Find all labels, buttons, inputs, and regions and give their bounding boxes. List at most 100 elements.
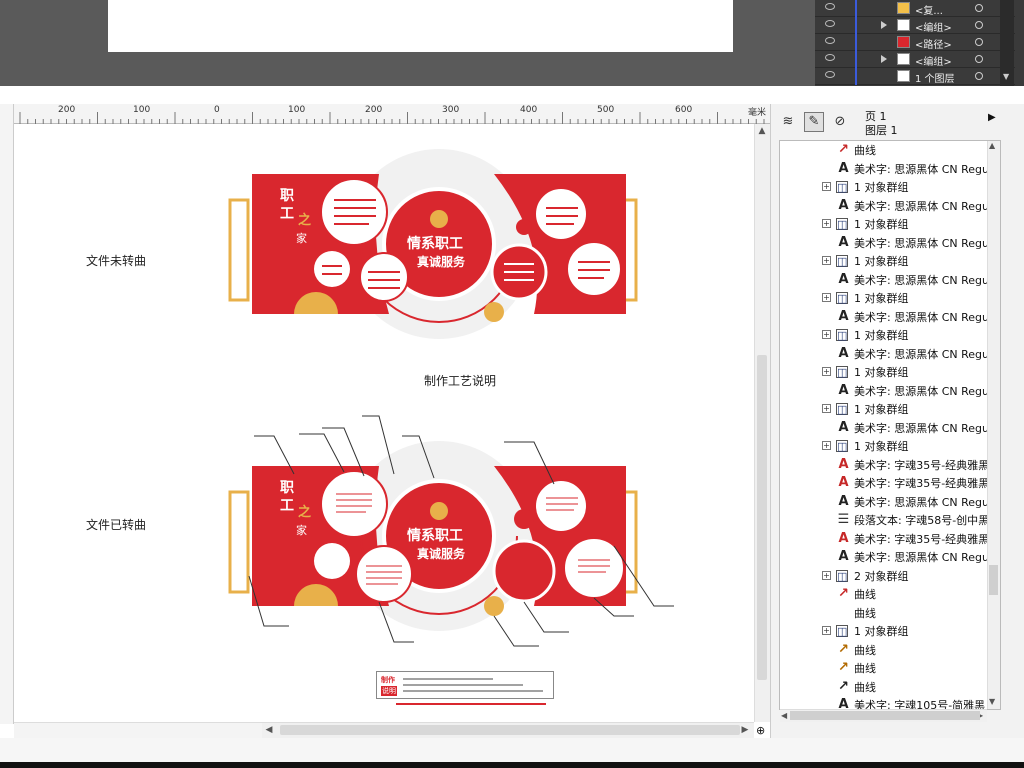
object-row[interactable]: A 美术字: 思源黑体 CN Regul: [780, 493, 1000, 511]
expand-icon[interactable]: +: [822, 367, 831, 376]
group-icon: ◫: [836, 255, 848, 268]
expand-icon[interactable]: +: [822, 219, 831, 228]
object-row[interactable]: ↗ 曲线: [780, 641, 1000, 659]
scroll-left-icon[interactable]: ◀: [781, 711, 787, 720]
object-tree-horizontal-thumb[interactable]: [790, 711, 980, 720]
eye-icon[interactable]: [825, 3, 835, 10]
scroll-down-icon[interactable]: ▼: [1003, 72, 1009, 81]
expand-icon[interactable]: +: [822, 570, 831, 580]
object-row[interactable]: A 美术字: 思源黑体 CN Regul: [780, 271, 1000, 289]
zoom-icon[interactable]: ⊕: [756, 724, 765, 737]
object-row[interactable]: A 美术字: 思源黑体 CN Regul: [780, 197, 1000, 215]
object-group-row[interactable]: + ◫ 1 对象群组: [780, 215, 1000, 233]
object-tree-vertical-scrollbar[interactable]: ▲ ▼: [987, 141, 1000, 709]
layer-color-bar: [855, 51, 857, 68]
layers-scrollbar[interactable]: ▼: [1000, 0, 1014, 86]
expand-icon[interactable]: [881, 55, 887, 63]
vertical-ruler[interactable]: [0, 104, 14, 724]
object-label: 美术字: 思源黑体 CN Regul: [854, 273, 993, 287]
object-row[interactable]: A 美术字: 思源黑体 CN Regul: [780, 234, 1000, 252]
object-group-row[interactable]: + ◫ 1 对象群组: [780, 437, 1000, 455]
group-icon: ◫: [836, 403, 848, 416]
canvas-horizontal-thumb[interactable]: [280, 725, 740, 735]
object-label: 曲线: [854, 643, 876, 657]
object-label: 1 对象群组: [854, 329, 909, 342]
eye-icon[interactable]: [825, 71, 835, 78]
object-row[interactable]: ☰ 段落文本: 字魂58号-创中黑: [780, 511, 1000, 529]
object-row[interactable]: A 美术字: 字魂35号-经典雅黑: [780, 474, 1000, 492]
object-row[interactable]: A 美术字: 字魂35号-经典雅黑: [780, 456, 1000, 474]
horizontal-ruler[interactable]: 200 100 0 100 200 300 400 500 600 毫米: [14, 104, 770, 124]
object-row[interactable]: A 美术字: 字魂105号-简雅黑 (: [780, 696, 1000, 709]
layer-row[interactable]: <编组>: [815, 51, 1015, 68]
target-icon[interactable]: [975, 38, 983, 46]
layer-color-bar: [855, 17, 857, 34]
expand-icon[interactable]: [881, 21, 887, 29]
object-row[interactable]: 曲线: [780, 604, 1000, 622]
target-icon[interactable]: [975, 55, 983, 63]
eye-icon[interactable]: [825, 37, 835, 44]
eye-icon[interactable]: [825, 54, 835, 61]
canvas-vertical-thumb[interactable]: [757, 355, 767, 680]
ruler-tick-label: 0: [214, 105, 220, 115]
object-row[interactable]: A 美术字: 思源黑体 CN Regul: [780, 548, 1000, 566]
layer-row[interactable]: 1 个图层: [815, 68, 1015, 85]
layer-row[interactable]: <编组>: [815, 17, 1015, 34]
process-note-box[interactable]: 制作 说明: [376, 671, 554, 699]
object-group-row[interactable]: + ◫ 1 对象群组: [780, 363, 1000, 381]
expand-icon[interactable]: +: [822, 404, 831, 413]
object-row[interactable]: A 美术字: 思源黑体 CN Regul: [780, 160, 1000, 178]
target-icon[interactable]: [975, 21, 983, 29]
object-row[interactable]: A 美术字: 思源黑体 CN Regul: [780, 308, 1000, 326]
culture-wall-unconverted[interactable]: 情系职工 真诚服务 职 工 之 家: [194, 144, 684, 354]
expand-icon[interactable]: +: [822, 626, 831, 635]
scroll-up-icon[interactable]: ▲: [755, 124, 769, 138]
object-row[interactable]: ↗ 曲线: [780, 678, 1000, 696]
expand-icon[interactable]: +: [822, 293, 831, 302]
object-group-row[interactable]: + ◫ 1 对象群组: [780, 289, 1000, 307]
layer-row[interactable]: <路径>: [815, 34, 1015, 51]
object-tree[interactable]: ↗ 曲线 A 美术字: 思源黑体 CN Regul + ◫ 1 对象群组 A 美术字: 思源黑体…: [779, 140, 1001, 710]
curve-icon: [836, 605, 851, 620]
object-row[interactable]: ↗ 曲线: [780, 659, 1000, 677]
object-group-row[interactable]: + ◫ 1 对象群组: [780, 400, 1000, 418]
target-icon[interactable]: [975, 4, 983, 12]
object-row[interactable]: ↗ 曲线: [780, 141, 1000, 159]
object-group-row[interactable]: + ◫ 1 对象群组: [780, 622, 1000, 640]
layer-properties-icon[interactable]: ≋: [778, 112, 798, 132]
object-row[interactable]: ↗ 曲线: [780, 585, 1000, 603]
group-icon: ◫: [836, 440, 848, 453]
object-group-row[interactable]: + ◫ 1 对象群组: [780, 178, 1000, 196]
object-group-row[interactable]: + ◫ 1 对象群组: [780, 326, 1000, 344]
object-label: 美术字: 思源黑体 CN Regul: [854, 495, 993, 509]
layer-row[interactable]: <复...: [815, 0, 1015, 17]
object-tree-vertical-thumb[interactable]: [989, 565, 998, 595]
scroll-right-icon[interactable]: ▶: [738, 723, 752, 737]
expand-icon[interactable]: +: [822, 256, 831, 265]
object-group-row[interactable]: + ◫ 1 对象群组: [780, 252, 1000, 270]
art-text-icon: A: [838, 456, 849, 472]
object-row[interactable]: A 美术字: 思源黑体 CN Regul: [780, 382, 1000, 400]
scroll-up-icon[interactable]: ▲: [989, 141, 995, 150]
panel-menu-arrow-icon[interactable]: ▶: [988, 112, 996, 123]
eye-icon[interactable]: [825, 20, 835, 27]
expand-icon[interactable]: +: [822, 330, 831, 339]
culture-wall-converted[interactable]: 情系职工 真诚服务 职 工 之 家: [194, 406, 684, 656]
object-row[interactable]: A 美术字: 字魂35号-经典雅黑: [780, 530, 1000, 548]
layer-manager-icon[interactable]: ⊘: [830, 112, 850, 132]
object-group-row[interactable]: + ◫ 2 对象群组: [780, 567, 1000, 585]
object-label: 1 对象群组: [854, 403, 909, 416]
edit-across-layers-icon[interactable]: ✎: [804, 112, 824, 132]
scroll-left-icon[interactable]: ◀: [262, 723, 276, 737]
group-icon: ◫: [836, 625, 848, 638]
object-row[interactable]: A 美术字: 思源黑体 CN Regul: [780, 345, 1000, 363]
expand-icon[interactable]: +: [822, 182, 831, 191]
wall-title-1: 职: [280, 188, 294, 204]
expand-icon[interactable]: +: [822, 441, 831, 450]
drawing-canvas[interactable]: 文件未转曲 制作工艺说明 文件已转曲 情系职工 真诚服务 职 工 之 家 情系职…: [14, 124, 754, 722]
info-circle: [314, 543, 350, 579]
slogan-line-1: 情系职工: [407, 235, 463, 252]
object-row[interactable]: A 美术字: 思源黑体 CN Regul: [780, 419, 1000, 437]
target-icon[interactable]: [975, 72, 983, 80]
scroll-down-icon[interactable]: ▼: [989, 697, 995, 706]
